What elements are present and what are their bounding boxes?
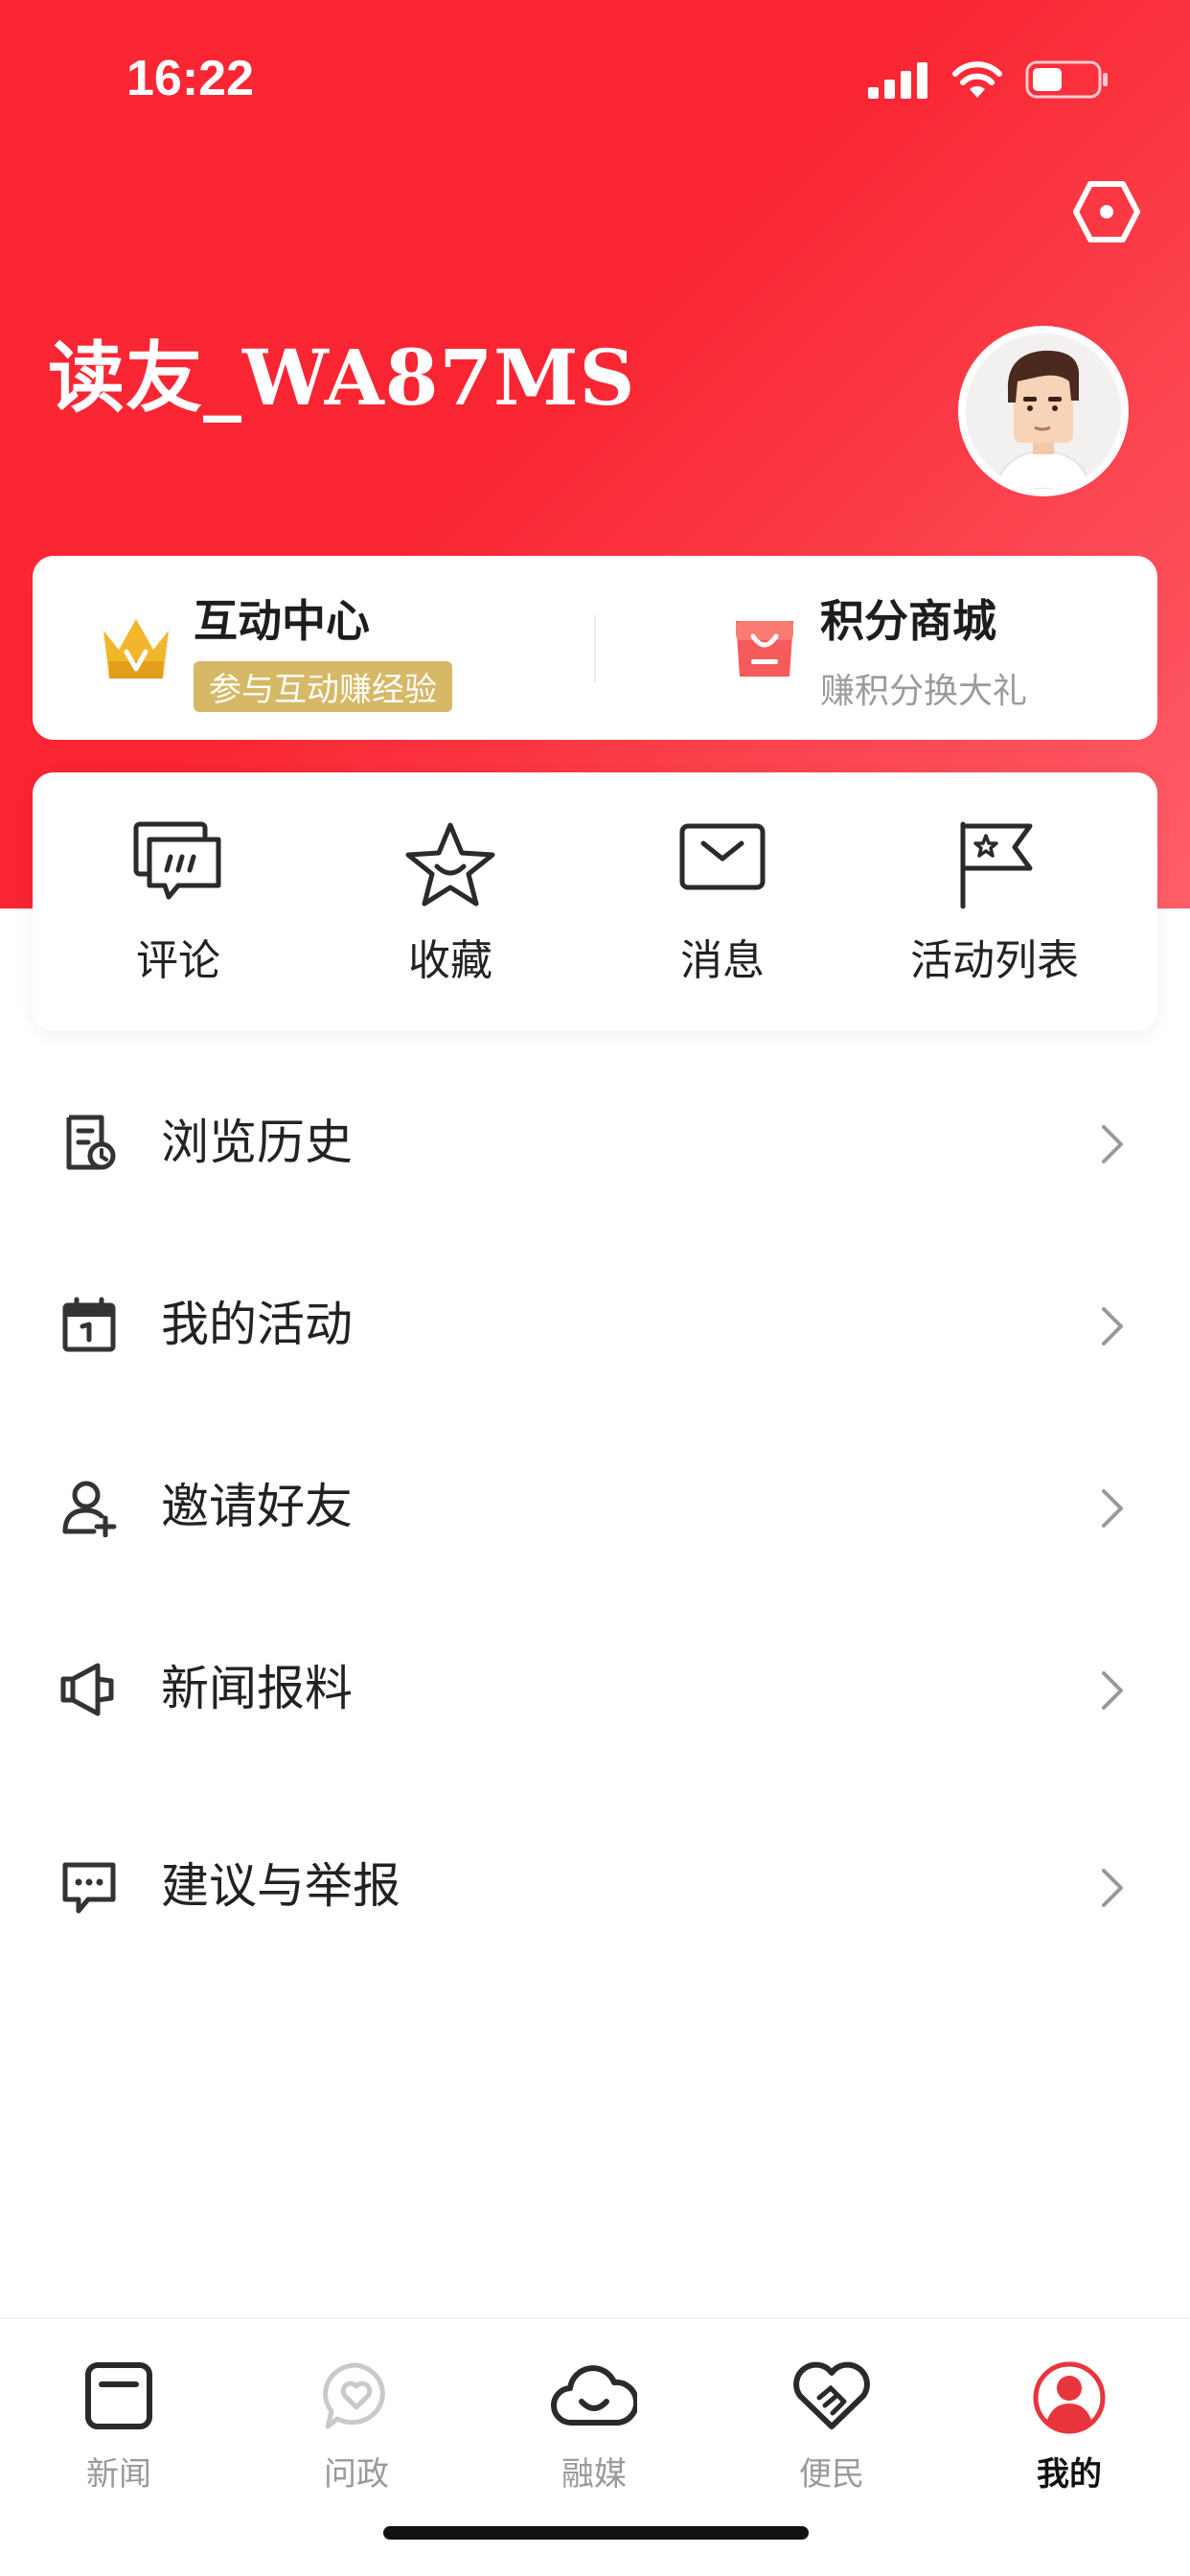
quick-actions-card: 评论 收藏 消息 活动列表 [33,772,1157,1031]
signal-icon [868,62,927,99]
user-icon [1033,2361,1106,2434]
shopping-bag-icon [736,621,793,677]
news-icon [85,2362,152,2429]
calendar-icon [62,1297,116,1352]
tab-label: 新闻 [86,2455,151,2494]
tab-news[interactable]: 新闻 [0,2338,238,2494]
menu-item-feedback-report[interactable]: 建议与举报 [0,1788,1190,1970]
username[interactable]: 读友_WA87MS [48,316,635,427]
quick-action-favorite[interactable]: 收藏 [314,772,586,1031]
interaction-center-button[interactable]: 互动中心 参与互动赚经验 [33,556,594,740]
points-mall-title: 积分商城 [820,595,996,647]
status-bar: 16:22 [0,0,1190,153]
chevron-right-icon [1102,1869,1123,1907]
flag-icon [960,821,1033,908]
interaction-center-title: 互动中心 [194,595,370,647]
tab-label: 我的 [1037,2455,1102,2494]
menu-item-news-tip[interactable]: 新闻报料 [0,1591,1190,1773]
menu-item-label: 邀请好友 [161,1479,353,1534]
status-time: 16:22 [126,51,254,106]
status-icons [868,56,1110,104]
chevron-right-icon [1102,1671,1123,1710]
quick-action-activity-list[interactable]: 活动列表 [858,772,1131,1031]
menu-item-browse-history[interactable]: 浏览历史 [0,1045,1190,1227]
tab-label: 融媒 [561,2455,627,2494]
mail-icon [679,823,766,890]
quick-action-label: 消息 [680,936,765,985]
cloud-icon [551,2365,637,2426]
tab-label: 便民 [799,2455,864,2494]
quick-action-label: 收藏 [408,936,492,985]
points-mall-subtitle: 赚积分换大礼 [820,672,1028,711]
menu-item-label: 我的活动 [161,1297,353,1352]
tab-inquiry[interactable]: 问政 [238,2338,475,2494]
interaction-card: 互动中心 参与互动赚经验 积分商城 赚积分换大礼 [33,556,1157,740]
chevron-right-icon [1102,1125,1123,1163]
comment-icon [133,821,221,900]
chevron-right-icon [1102,1489,1123,1528]
tab-label: 问政 [324,2455,389,2494]
avatar-illustration-icon [966,334,1121,489]
quick-action-message[interactable]: 消息 [586,772,858,1031]
tab-profile[interactable]: 我的 [950,2338,1188,2494]
handshake-icon [793,2361,870,2429]
star-icon [405,822,495,907]
battery-icon [1025,60,1108,99]
tab-services[interactable]: 便民 [713,2338,950,2494]
quick-action-comment[interactable]: 评论 [42,772,314,1031]
menu-item-invite-friends[interactable]: 邀请好友 [0,1409,1190,1591]
settings-icon[interactable] [1073,180,1140,243]
menu-item-label: 建议与举报 [161,1858,400,1914]
quick-action-label: 活动列表 [910,936,1079,985]
add-user-icon [62,1481,117,1537]
crown-icon [103,619,169,678]
wifi-icon [952,61,1002,98]
quick-action-label: 评论 [136,936,220,985]
chevron-right-icon [1102,1307,1123,1346]
menu-item-label: 浏览历史 [161,1115,353,1170]
feedback-icon [62,1862,116,1914]
interaction-center-badge: 参与互动赚经验 [194,661,452,712]
points-mall-button[interactable]: 积分商城 赚积分换大礼 [596,556,1157,740]
avatar[interactable] [958,326,1129,496]
speaker-icon [60,1663,114,1716]
menu-item-label: 新闻报料 [161,1661,353,1716]
history-icon [66,1115,116,1170]
tab-media[interactable]: 融媒 [475,2338,713,2494]
home-indicator [383,2526,809,2540]
heart-bubble-icon [323,2362,385,2429]
menu-item-my-activities[interactable]: 我的活动 [0,1227,1190,1409]
